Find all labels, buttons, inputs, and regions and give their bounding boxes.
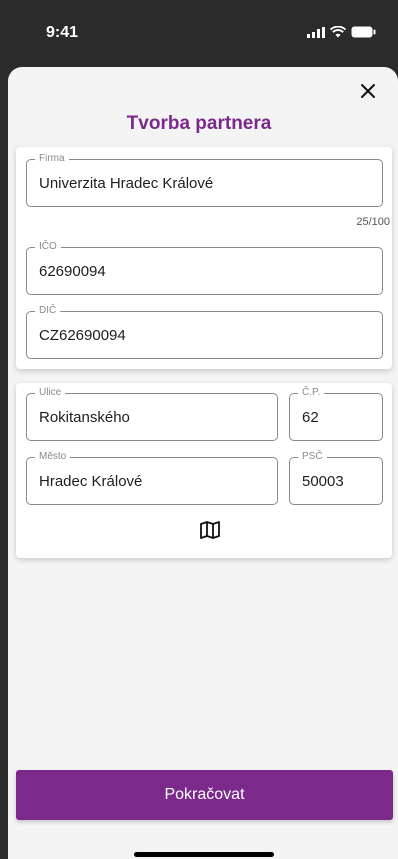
- ico-field[interactable]: IČO 62690094: [26, 240, 383, 295]
- ico-value: 62690094: [39, 262, 106, 280]
- battery-icon: [351, 26, 376, 38]
- wifi-icon: [330, 26, 346, 38]
- ulice-value: Rokitanského: [39, 408, 130, 426]
- psc-value: 50003: [302, 472, 344, 490]
- map-button[interactable]: [198, 518, 222, 542]
- firma-value: Univerzita Hradec Králové: [39, 174, 214, 192]
- ulice-field[interactable]: Ulice Rokitanského: [26, 386, 278, 441]
- status-icons: [307, 26, 376, 38]
- firma-field[interactable]: Firma Univerzita Hradec Králové: [26, 152, 383, 207]
- dic-value: CZ62690094: [39, 326, 126, 344]
- mesto-value: Hradec Králové: [39, 472, 143, 490]
- cp-value: 62: [302, 408, 319, 426]
- status-time: 9:41: [46, 24, 79, 41]
- close-icon: [361, 84, 375, 98]
- home-indicator: [134, 852, 274, 857]
- continue-button[interactable]: Pokračovat: [16, 770, 393, 820]
- firma-char-counter: 25/100: [356, 216, 390, 228]
- close-button[interactable]: [356, 79, 380, 103]
- cp-field[interactable]: Č.P. 62: [289, 386, 383, 441]
- status-bar: 9:41: [0, 0, 398, 66]
- map-icon: [200, 521, 220, 539]
- mesto-field[interactable]: Město Hradec Králové: [26, 450, 278, 505]
- dic-field[interactable]: DIČ CZ62690094: [26, 304, 383, 359]
- page-title: Tvorba partnera: [126, 113, 272, 134]
- psc-field[interactable]: PSČ 50003: [289, 450, 383, 505]
- signal-icon: [307, 26, 325, 38]
